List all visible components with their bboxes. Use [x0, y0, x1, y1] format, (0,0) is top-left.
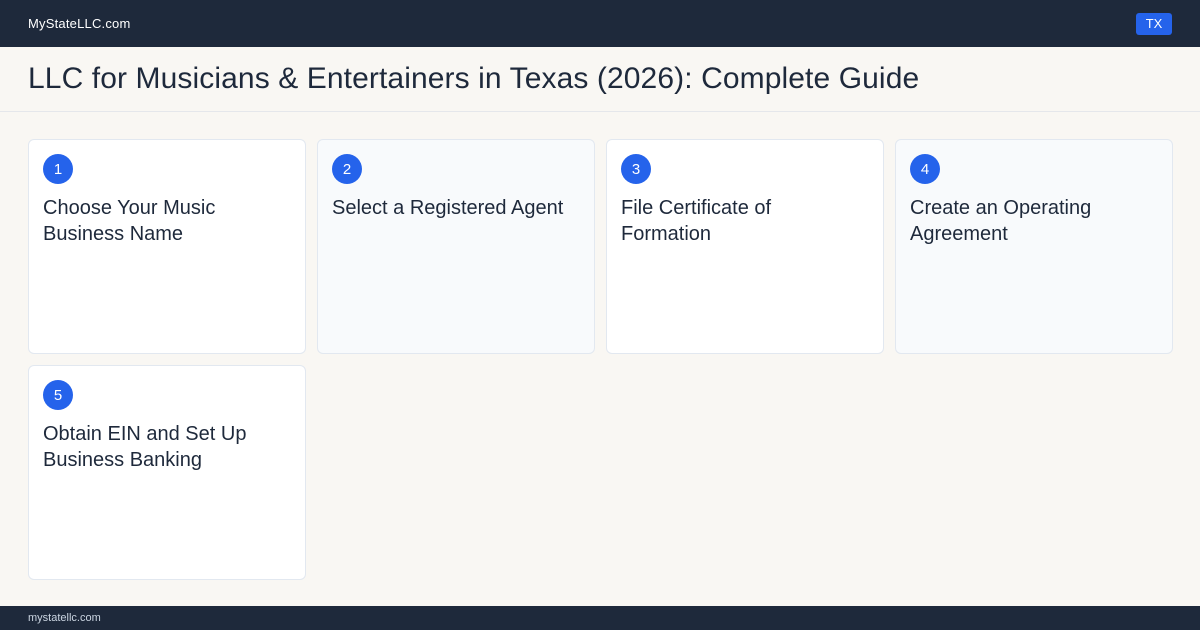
- step-number-badge: 4: [910, 154, 940, 184]
- step-title: Select a Registered Agent: [332, 197, 564, 219]
- footer-bar: mystatellc.com: [0, 606, 1200, 630]
- step-card-5[interactable]: 5 Obtain EIN and Set Up Business Banking: [28, 365, 306, 580]
- step-card-4[interactable]: 4 Create an Operating Agreement: [895, 139, 1173, 354]
- step-number-badge: 2: [332, 154, 362, 184]
- step-number-badge: 1: [43, 154, 73, 184]
- state-badge[interactable]: TX: [1136, 12, 1172, 35]
- step-title: Create an Operating Agreement: [910, 197, 1092, 245]
- page-title: LLC for Musicians & Entertainers in Texa…: [28, 62, 920, 95]
- top-navbar: MyStateLLC.com TX: [0, 0, 1200, 47]
- step-title: Obtain EIN and Set Up Business Banking: [43, 423, 247, 471]
- footer-domain: mystatellc.com: [28, 612, 101, 624]
- step-card-2[interactable]: 2 Select a Registered Agent: [317, 139, 595, 354]
- step-card-3[interactable]: 3 File Certificate of Formation: [606, 139, 884, 354]
- step-number-badge: 5: [43, 380, 73, 410]
- step-card-1[interactable]: 1 Choose Your Music Business Name: [28, 139, 306, 354]
- title-section: LLC for Musicians & Entertainers in Texa…: [0, 47, 1200, 112]
- step-number-badge: 3: [621, 154, 651, 184]
- step-title: File Certificate of Formation: [621, 197, 772, 245]
- steps-grid: 1 Choose Your Music Business Name 2 Sele…: [28, 139, 1173, 580]
- step-title: Choose Your Music Business Name: [43, 197, 216, 245]
- site-brand-link[interactable]: MyStateLLC.com: [28, 16, 131, 31]
